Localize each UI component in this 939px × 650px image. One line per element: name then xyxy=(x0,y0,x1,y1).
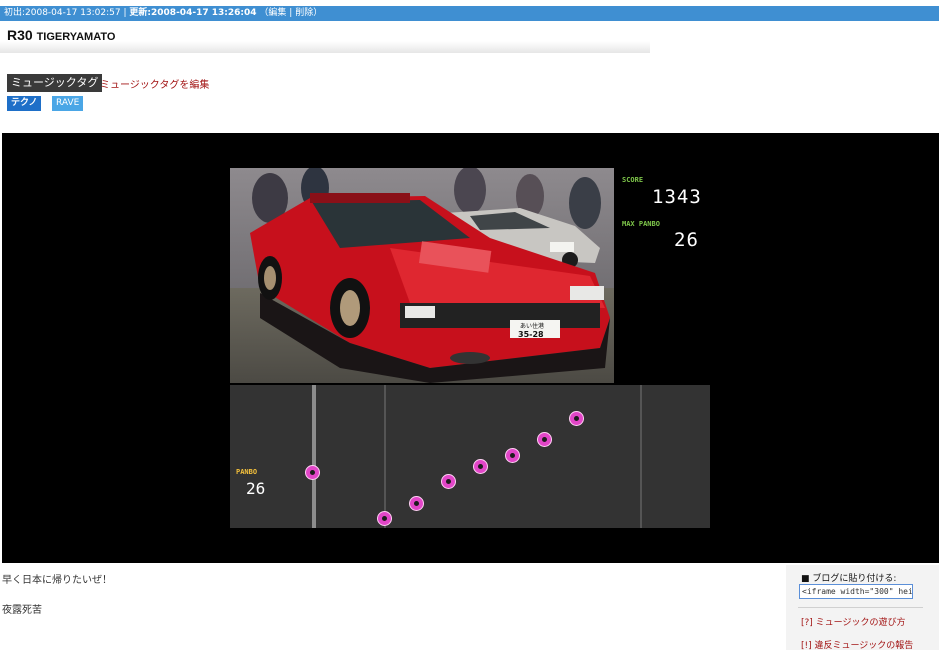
beat-line xyxy=(640,385,642,528)
rhythm-note[interactable] xyxy=(505,448,520,463)
embed-code-field[interactable]: <iframe width="300" height="250" xyxy=(799,584,913,599)
edit-link[interactable]: 編集 xyxy=(268,8,286,18)
first-post-date: 初出:2008-04-17 13:02:57 xyxy=(4,8,121,18)
tag-techno[interactable]: テクノ xyxy=(7,96,42,111)
plate-text-top: あい住港 xyxy=(520,322,544,330)
rhythm-note[interactable] xyxy=(409,496,424,511)
car-illustration: あい住港 35-28 xyxy=(230,168,614,383)
title-main: R30 xyxy=(7,27,37,43)
music-tag-label: ミュージックタグ xyxy=(7,74,103,92)
car-photo: あい住港 35-28 xyxy=(230,168,614,383)
title-sub: TIGERYAMATO xyxy=(36,31,116,43)
updated-date: 更新:2008-04-17 13:26:04 xyxy=(129,8,257,18)
delete-link[interactable]: 削除 xyxy=(295,8,313,18)
beat-line xyxy=(384,385,386,528)
post-meta-bar: 初出:2008-04-17 13:02:57 | 更新:2008-04-17 1… xyxy=(0,6,939,21)
rhythm-note[interactable] xyxy=(537,432,552,447)
rhythm-note[interactable] xyxy=(441,474,456,489)
title-bar: R30 TIGERYAMATO xyxy=(0,23,650,53)
panbo-label: PANBO xyxy=(236,468,258,476)
rhythm-note[interactable] xyxy=(569,411,584,426)
rhythm-note[interactable] xyxy=(377,511,392,526)
music-game-player[interactable]: あい住港 35-28 SCORE 1343 MAX PANBO 26 PANBO… xyxy=(2,133,939,563)
max-panbo-label: MAX PANBO xyxy=(622,220,660,228)
tag-rave[interactable]: RAVE xyxy=(52,96,84,111)
score-value: 1343 xyxy=(652,186,702,208)
how-to-play-link[interactable]: [?] ミュージックの遊び方 xyxy=(801,615,905,628)
sidebar-divider xyxy=(798,607,923,608)
embed-title: ■ ブログに貼り付ける: xyxy=(801,574,897,584)
comment-text: 早く日本に帰りたいぜ！ xyxy=(2,575,112,586)
rhythm-note[interactable] xyxy=(473,459,488,474)
page-title: R30 TIGERYAMATO xyxy=(7,27,115,43)
max-panbo-value: 26 xyxy=(674,229,699,251)
hit-line xyxy=(312,385,316,528)
meta-separator: | xyxy=(123,8,127,18)
panbo-value: 26 xyxy=(246,479,266,498)
comment-text: 夜露死苦 xyxy=(2,605,42,616)
rhythm-note[interactable] xyxy=(305,465,320,480)
action-close-paren: ） xyxy=(313,8,323,18)
report-violation-link[interactable]: [!] 違反ミュージックの報告 xyxy=(801,638,913,650)
action-separator: | xyxy=(289,8,293,18)
score-label: SCORE xyxy=(622,176,644,184)
edit-music-tag-link[interactable]: ミュージックタグを編集 xyxy=(100,76,209,91)
sidebar-panel: ■ ブログに貼り付ける: <iframe width="300" height=… xyxy=(786,565,939,650)
plate-text-number: 35-28 xyxy=(518,330,544,339)
rhythm-track[interactable]: PANBO 26 xyxy=(230,385,710,528)
